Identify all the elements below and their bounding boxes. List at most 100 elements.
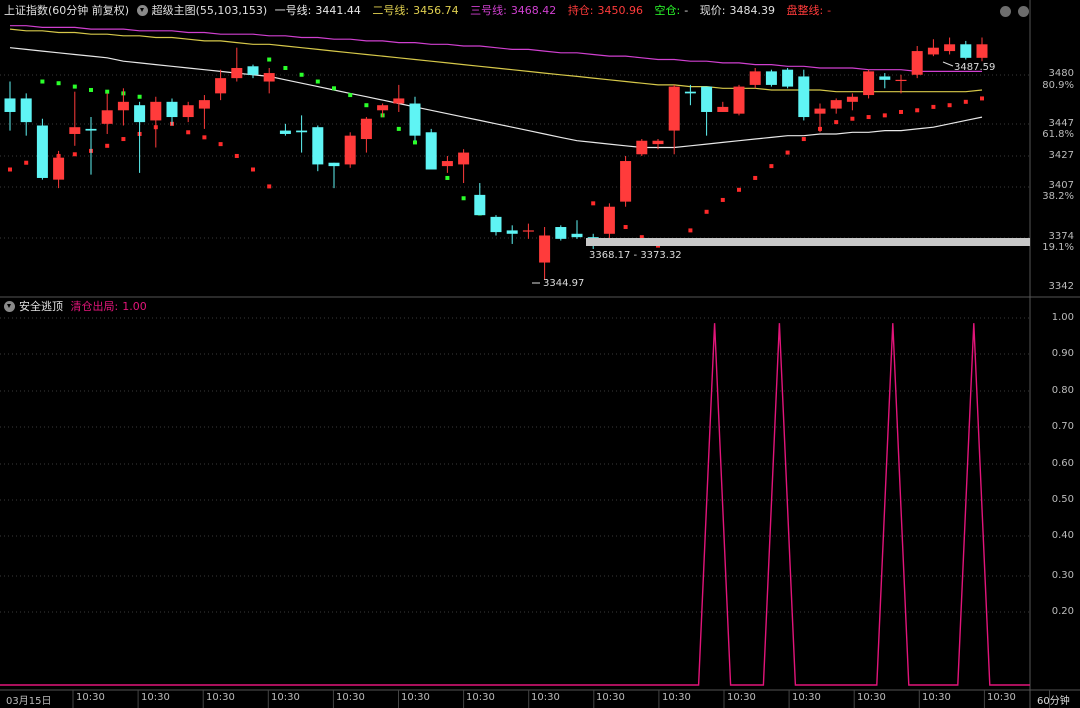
red-dot xyxy=(688,228,693,233)
green-dot xyxy=(105,89,110,94)
signal-value: 1.00 xyxy=(122,300,147,313)
candle-body xyxy=(101,110,113,124)
period-selector[interactable]: 60分钟 xyxy=(1037,692,1070,707)
x-label: 10:30 xyxy=(922,692,951,703)
price-tick-3480: 3480 xyxy=(1048,68,1074,79)
candle-body xyxy=(312,127,324,165)
candle-body xyxy=(879,76,891,80)
candle-body xyxy=(231,67,243,79)
candle-body xyxy=(701,86,713,112)
red-dot xyxy=(850,116,855,121)
support-band xyxy=(586,238,1030,246)
price-tick-3447: 3447 xyxy=(1048,118,1074,129)
candle-body xyxy=(490,216,502,233)
red-dot xyxy=(24,160,29,165)
empty-label: 空仓: xyxy=(654,4,681,17)
signal-tick-0-50: 0.50 xyxy=(1051,494,1074,505)
chart-canvas: 3344.97 3368.17 - 3373.32 3487.59 xyxy=(0,0,1080,708)
grid-lines xyxy=(0,0,1080,708)
green-dot xyxy=(445,175,450,180)
candle-body xyxy=(198,100,210,109)
green-dot xyxy=(40,79,45,84)
empty-value: - xyxy=(684,4,689,17)
red-dot xyxy=(931,104,936,109)
red-dot xyxy=(704,209,709,214)
red-dot xyxy=(785,150,790,155)
indicator-dropdown-icon[interactable] xyxy=(136,5,148,16)
red-dot xyxy=(980,96,984,101)
candle-body xyxy=(846,96,858,102)
red-dot xyxy=(8,167,12,172)
candle-body xyxy=(441,161,453,167)
candle-body xyxy=(36,125,48,178)
window-close-icon[interactable] xyxy=(1018,6,1029,17)
signal-tick-0-40: 0.40 xyxy=(1051,530,1074,541)
candle-body xyxy=(20,98,32,123)
candle-body xyxy=(636,140,648,155)
red-dot xyxy=(72,152,77,157)
candle-body xyxy=(960,44,972,58)
candle-body xyxy=(474,194,486,216)
green-dot xyxy=(413,140,417,145)
red-dot xyxy=(801,137,806,142)
pct-tick-61-8: 61.8% xyxy=(1042,129,1074,140)
index-title[interactable]: 上证指数(60分钟 前复权) xyxy=(4,4,129,17)
green-dot xyxy=(299,72,304,77)
window-settings-icon[interactable] xyxy=(1000,6,1011,17)
signal-tick-1-00: 1.00 xyxy=(1051,312,1074,323)
x-label: 10:30 xyxy=(336,692,365,703)
candle-body xyxy=(571,233,583,238)
red-dot xyxy=(834,120,839,125)
red-dot xyxy=(753,175,758,180)
pct-tick-80-9: 80.9% xyxy=(1042,80,1074,91)
candle-body xyxy=(814,108,826,114)
candle-body xyxy=(830,100,842,109)
x-label: 10:30 xyxy=(271,692,300,703)
red-dot xyxy=(737,187,741,192)
price-label: 现价: xyxy=(699,4,726,17)
candle-body xyxy=(944,44,956,52)
sub-indicator-dropdown-icon[interactable] xyxy=(4,301,15,312)
green-dot xyxy=(332,86,336,91)
line1-value: 3441.44 xyxy=(315,4,361,17)
x-label: 10:30 xyxy=(596,692,625,703)
candle-body xyxy=(620,161,632,202)
candle-body xyxy=(895,79,907,82)
line1-label: 一号线: xyxy=(274,4,312,17)
top-header: 上证指数(60分钟 前复权) 超级主图(55,103,153) 一号线: 3441… xyxy=(4,3,839,19)
candle-body xyxy=(117,101,129,111)
candle-body xyxy=(4,98,16,112)
indicator-title[interactable]: 超级主图(55,103,153) xyxy=(152,4,268,17)
candle-body xyxy=(911,51,923,75)
candle-body xyxy=(522,230,534,232)
price-tick-3374: 3374 xyxy=(1048,231,1074,242)
candle-body xyxy=(555,227,567,239)
price-annotations: 3344.97 3368.17 - 3373.32 3487.59 xyxy=(532,61,1030,289)
red-dot xyxy=(186,130,191,135)
red-dot xyxy=(234,153,239,158)
exit-signal-line xyxy=(0,323,1030,686)
price-tick-3427: 3427 xyxy=(1048,150,1074,161)
green-dot xyxy=(89,87,93,92)
green-dot xyxy=(267,57,272,62)
sub-indicator-title[interactable]: 安全逃顶 xyxy=(19,300,63,313)
pct-tick-19-1: 19.1% xyxy=(1042,242,1074,253)
candle-body xyxy=(782,69,794,87)
annotation-high-annotation: 3487.59 xyxy=(954,62,995,73)
red-dot xyxy=(866,115,871,120)
candle-body xyxy=(344,135,356,165)
signal-tick-0-30: 0.30 xyxy=(1051,570,1074,581)
x-label: 10:30 xyxy=(141,692,170,703)
candle-body xyxy=(85,128,97,131)
red-dot xyxy=(899,109,903,114)
green-dot xyxy=(315,79,320,84)
consolidation-value: - xyxy=(827,4,832,17)
x-label: 10:30 xyxy=(987,692,1016,703)
x-label: 10:30 xyxy=(206,692,235,703)
candle-body xyxy=(668,86,680,131)
x-label-date: 03月15日 xyxy=(6,696,52,707)
x-label: 10:30 xyxy=(727,692,756,703)
candle-body xyxy=(603,206,615,234)
candle-body xyxy=(53,157,65,180)
annotation-low-annotation: 3344.97 xyxy=(543,278,584,289)
